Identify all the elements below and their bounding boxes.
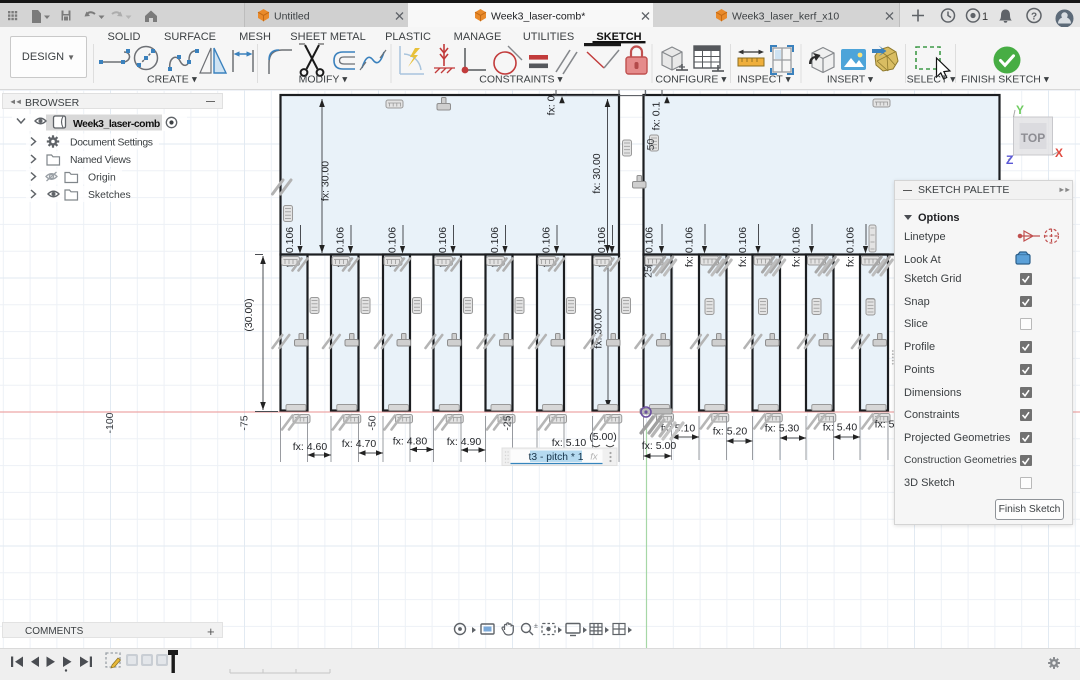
svg-text:t3 - pitch * 1: t3 - pitch * 1 <box>529 452 584 463</box>
svg-text:Origin: Origin <box>88 173 116 184</box>
svg-text:INSPECT ▾: INSPECT ▾ <box>737 74 791 86</box>
svg-text:Y: Y <box>1016 103 1024 117</box>
svg-text:MANAGE: MANAGE <box>454 31 502 43</box>
svg-text:Week3_laser-comb: Week3_laser-comb <box>73 119 160 130</box>
svg-text:Week3_laser_kerf_x10: Week3_laser_kerf_x10 <box>732 11 839 23</box>
svg-text:fx: 4.60: fx: 4.60 <box>293 441 328 453</box>
svg-text:CONSTRAINTS ▾: CONSTRAINTS ▾ <box>479 74 563 86</box>
svg-text:MODIFY ▾: MODIFY ▾ <box>299 74 349 86</box>
svg-text:(30.00): (30.00) <box>243 298 255 331</box>
svg-text:UTILITIES: UTILITIES <box>523 31 574 43</box>
svg-text:Named Views: Named Views <box>70 155 131 166</box>
svg-text:MESH: MESH <box>239 31 271 43</box>
svg-text:fx: 0.1: fx: 0.1 <box>651 102 663 131</box>
svg-text:-25: -25 <box>502 415 514 430</box>
svg-text:X: X <box>1055 146 1063 160</box>
svg-text:-50: -50 <box>367 415 379 430</box>
svg-text:-75: -75 <box>239 415 251 430</box>
svg-text:fx: 30.00: fx: 30.00 <box>591 153 603 193</box>
svg-text:fx: 4.90: fx: 4.90 <box>447 436 482 448</box>
svg-text:1: 1 <box>982 11 988 23</box>
svg-text:SHEET METAL: SHEET METAL <box>290 31 365 43</box>
svg-text:Linetype: Linetype <box>904 231 946 243</box>
svg-text:fx: 5.40: fx: 5.40 <box>823 422 858 434</box>
svg-text:Document Settings: Document Settings <box>70 138 153 149</box>
svg-text:fx: 0.106: fx: 0.106 <box>684 227 696 267</box>
svg-text:fx: 0.106: fx: 0.106 <box>737 227 749 267</box>
svg-text:±: ± <box>534 623 538 630</box>
svg-text:50: 50 <box>645 139 657 151</box>
svg-text:SELECT ▾: SELECT ▾ <box>907 74 957 86</box>
svg-text:fx: 4.80: fx: 4.80 <box>393 436 428 448</box>
svg-text:fx: 4.70: fx: 4.70 <box>342 438 377 450</box>
svg-text:PLASTIC: PLASTIC <box>385 31 431 43</box>
svg-text:fx: 5.10: fx: 5.10 <box>552 437 587 449</box>
svg-text:Look At: Look At <box>904 254 941 266</box>
svg-text:CREATE ▾: CREATE ▾ <box>147 74 198 86</box>
svg-text:fx: 0.: fx: 0. <box>546 93 558 116</box>
svg-text:fx: 0.106: fx: 0.106 <box>791 227 803 267</box>
svg-text:-100: -100 <box>104 412 116 433</box>
svg-text:fx: 30.00: fx: 30.00 <box>320 161 332 201</box>
svg-text:Z: Z <box>1006 153 1013 167</box>
svg-text:Sketches: Sketches <box>88 190 131 201</box>
svg-text:fx: 5.00: fx: 5.00 <box>642 440 677 452</box>
svg-text:SURFACE: SURFACE <box>164 31 216 43</box>
svg-text:INSERT ▾: INSERT ▾ <box>827 74 874 86</box>
svg-text:fx: 5.20: fx: 5.20 <box>713 426 748 438</box>
svg-text:fx: 5.30: fx: 5.30 <box>765 423 800 435</box>
svg-text:FINISH SKETCH ▾: FINISH SKETCH ▾ <box>961 74 1050 86</box>
svg-text:(5.00): (5.00) <box>589 431 616 443</box>
svg-text:?: ? <box>1031 12 1037 23</box>
svg-text:fx: 0.106: fx: 0.106 <box>845 227 857 267</box>
svg-text:SOLID: SOLID <box>107 31 140 43</box>
svg-text:Week3_laser-comb*: Week3_laser-comb* <box>491 11 585 23</box>
svg-text:fx: fx <box>590 452 599 463</box>
svg-text:Options: Options <box>918 212 960 224</box>
svg-text:CONFIGURE ▾: CONFIGURE ▾ <box>655 74 727 86</box>
svg-text:TOP: TOP <box>1021 131 1045 145</box>
svg-text:Untitled: Untitled <box>274 11 310 23</box>
svg-text:25: 25 <box>643 266 655 278</box>
